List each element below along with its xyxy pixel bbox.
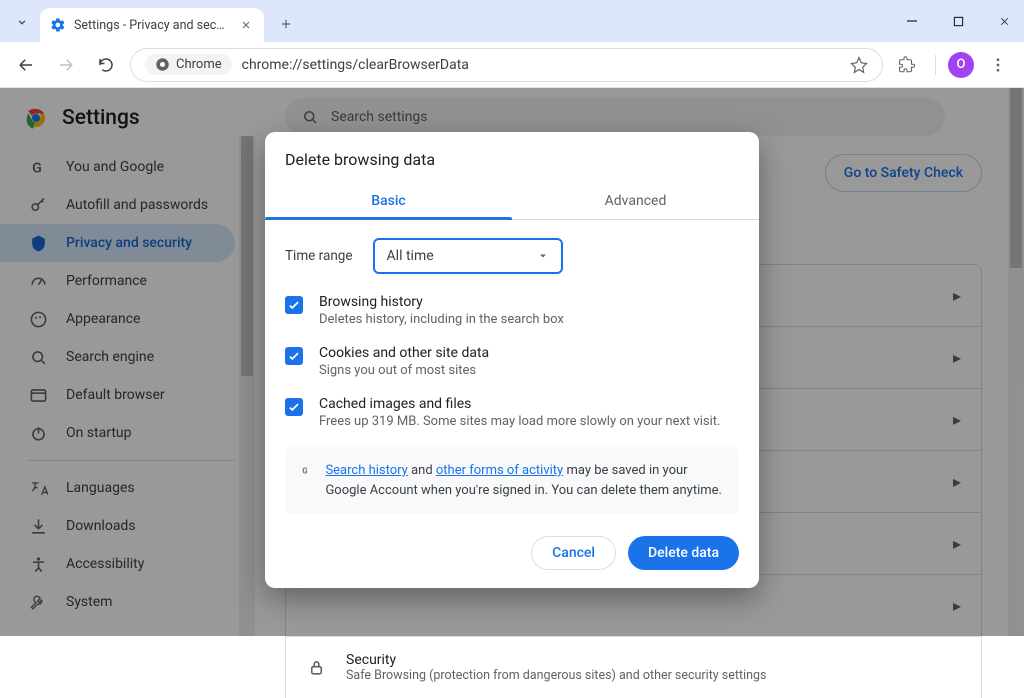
minimize-button[interactable]	[898, 7, 926, 35]
google-account-note: G Search history and other forms of acti…	[285, 447, 739, 514]
chrome-logo-icon	[155, 57, 170, 72]
check-icon	[287, 298, 301, 312]
option-browsing-history[interactable]: Browsing history Deletes history, includ…	[285, 294, 739, 327]
dialog-actions: Cancel Delete data	[265, 514, 759, 570]
arrow-right-icon	[57, 56, 75, 74]
address-bar[interactable]: Chrome chrome://settings/clearBrowserDat…	[130, 48, 883, 82]
maximize-button[interactable]	[944, 7, 972, 35]
tab-title: Settings - Privacy and security	[74, 18, 230, 33]
reload-button[interactable]	[90, 49, 122, 81]
checkbox-cookies[interactable]	[285, 347, 303, 365]
card-row-security[interactable]: Security Safe Browsing (protection from …	[285, 636, 982, 698]
option-title: Browsing history	[319, 294, 564, 310]
time-range-value: All time	[387, 248, 434, 264]
check-icon	[287, 349, 301, 363]
option-subtitle: Signs you out of most sites	[319, 363, 489, 378]
new-tab-button[interactable]	[272, 10, 300, 38]
svg-text:G: G	[302, 467, 307, 476]
dialog-body: Time range All time Browsing history Del…	[265, 220, 759, 514]
option-subtitle: Deletes history, including in the search…	[319, 312, 564, 327]
tab-basic[interactable]: Basic	[265, 183, 512, 219]
forward-button[interactable]	[50, 49, 82, 81]
reload-icon	[97, 56, 115, 74]
link-search-history[interactable]: Search history	[325, 463, 407, 478]
checkbox-cache[interactable]	[285, 398, 303, 416]
chrome-chip-label: Chrome	[176, 57, 222, 72]
option-cookies[interactable]: Cookies and other site data Signs you ou…	[285, 345, 739, 378]
bookmark-button[interactable]	[850, 56, 868, 74]
tab-advanced[interactable]: Advanced	[512, 183, 759, 219]
delete-browsing-data-dialog: Delete browsing data Basic Advanced Time…	[265, 132, 759, 588]
url-text: chrome://settings/clearBrowserData	[242, 57, 469, 73]
close-icon	[998, 15, 1011, 28]
window-controls	[898, 0, 1018, 42]
chevron-down-icon	[15, 15, 29, 29]
arrow-left-icon	[17, 56, 35, 74]
option-cache[interactable]: Cached images and files Frees up 319 MB.…	[285, 396, 739, 429]
site-chip: Chrome	[145, 54, 232, 75]
g-icon: G	[301, 461, 311, 481]
profile-avatar[interactable]: O	[948, 52, 974, 78]
close-icon	[240, 19, 252, 31]
close-window-button[interactable]	[990, 7, 1018, 35]
time-range-row: Time range All time	[285, 238, 739, 274]
minimize-icon	[906, 15, 918, 27]
browser-tab[interactable]: Settings - Privacy and security	[40, 8, 264, 42]
gear-icon	[50, 17, 66, 33]
checkbox-browsing-history[interactable]	[285, 296, 303, 314]
tab-close-button[interactable]	[238, 17, 254, 33]
menu-button[interactable]	[982, 49, 1014, 81]
star-icon	[850, 56, 868, 74]
option-subtitle: Frees up 319 MB. Some sites may load mor…	[319, 414, 720, 429]
tab-search-button[interactable]	[8, 8, 36, 36]
plus-icon	[279, 17, 293, 31]
toolbar-right: O	[891, 49, 1014, 81]
check-icon	[287, 400, 301, 414]
caret-down-icon	[537, 250, 549, 262]
more-vertical-icon	[989, 56, 1007, 74]
dialog-title: Delete browsing data	[265, 132, 759, 183]
lock-icon	[306, 658, 326, 678]
card-title: Security	[346, 652, 766, 668]
browser-toolbar: Chrome chrome://settings/clearBrowserDat…	[0, 42, 1024, 88]
page-content: Settings GYou and Google Autofill and pa…	[0, 88, 1024, 636]
link-other-activity[interactable]: other forms of activity	[436, 463, 563, 478]
separator	[935, 55, 936, 75]
dialog-tabs: Basic Advanced	[265, 183, 759, 220]
time-range-select[interactable]: All time	[373, 238, 563, 274]
card-subtitle: Safe Browsing (protection from dangerous…	[346, 668, 766, 683]
window-titlebar: Settings - Privacy and security	[0, 0, 1024, 42]
cancel-button[interactable]: Cancel	[531, 536, 616, 570]
back-button[interactable]	[10, 49, 42, 81]
option-title: Cached images and files	[319, 396, 720, 412]
puzzle-icon	[898, 56, 916, 74]
delete-data-button[interactable]: Delete data	[628, 536, 739, 570]
option-title: Cookies and other site data	[319, 345, 489, 361]
maximize-icon	[953, 16, 964, 27]
time-range-label: Time range	[285, 248, 353, 264]
extensions-button[interactable]	[891, 49, 923, 81]
